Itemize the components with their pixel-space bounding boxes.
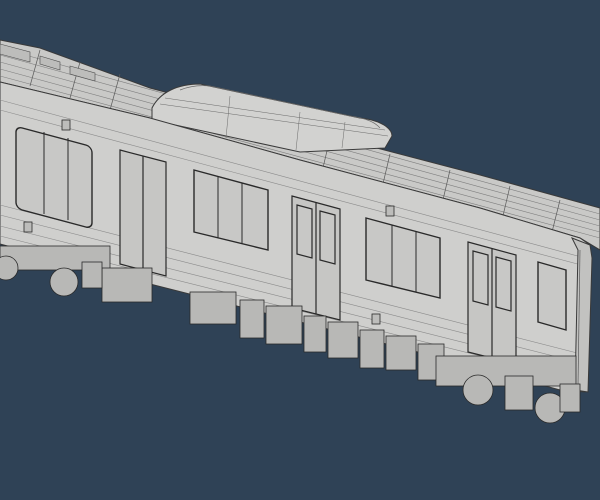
equipment-box [359,329,385,369]
train-car-render [0,0,600,500]
equipment-box [239,299,265,339]
equipment-box [265,305,303,345]
door-window [319,210,336,265]
door-window [495,256,512,312]
equipment-box [327,321,359,359]
wheel [49,267,79,297]
equipment-box [81,261,103,289]
equipment-box [504,375,534,411]
equipment-box [559,383,581,413]
placard [61,119,71,131]
door-window [472,250,489,306]
equipment-box [303,315,327,353]
equipment-box [101,267,153,303]
placard [385,205,395,217]
placard [371,313,381,325]
wheel [462,374,494,406]
window [537,261,567,331]
door-window [296,204,313,259]
equipment-box [385,335,417,371]
equipment-box [189,291,237,325]
3d-viewport [0,0,600,500]
placard [23,221,33,233]
window-group-4 [537,261,567,331]
